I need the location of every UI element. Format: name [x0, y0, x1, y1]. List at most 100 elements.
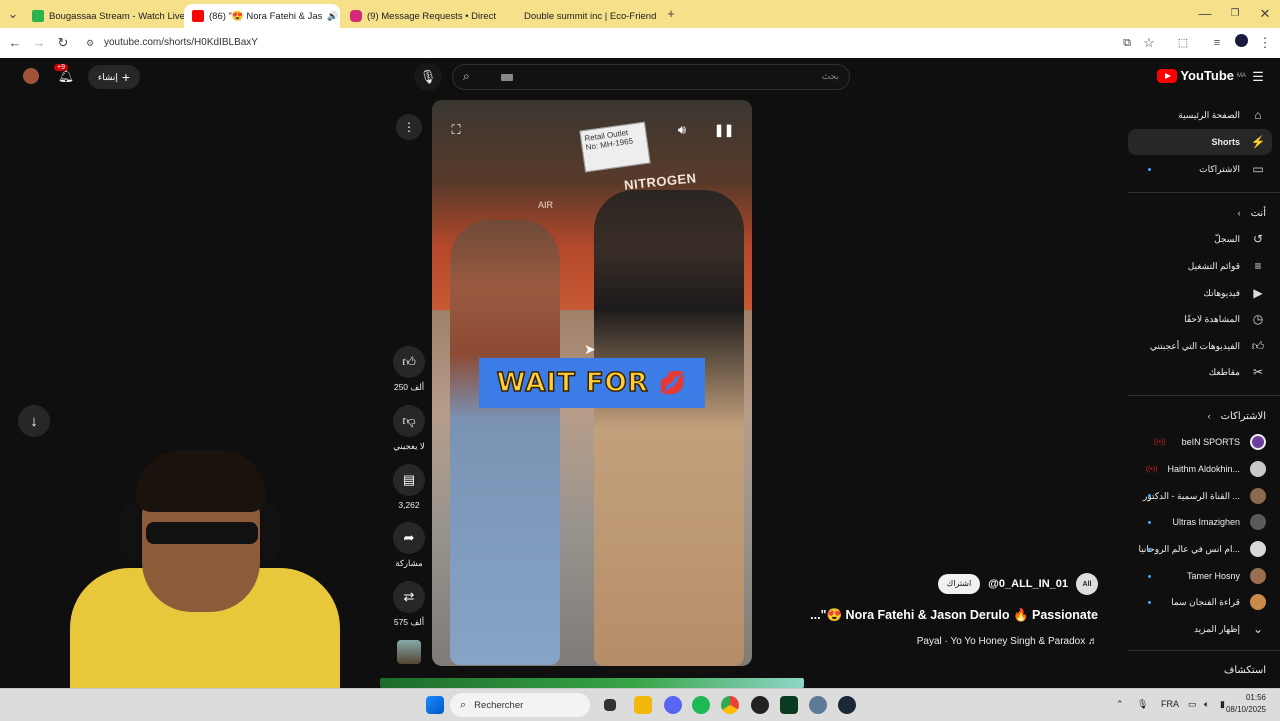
video-title[interactable]: ..."😍 Nora Fatehi & Jason Derulo 🔥 Passi… — [810, 608, 1098, 623]
hamburger-menu-icon[interactable]: ☰ — [1244, 63, 1272, 91]
obs-icon[interactable] — [751, 696, 769, 714]
spotify-icon[interactable] — [692, 696, 710, 714]
install-app-icon[interactable]: ⧉ — [1118, 34, 1136, 52]
share-arrow-icon: ➦ — [393, 522, 425, 554]
sidebar-item-history[interactable]: السجلّ ↺ — [1130, 226, 1266, 252]
instagram-favicon-icon — [350, 10, 362, 22]
keyboard-icon[interactable] — [501, 74, 513, 81]
maximize-icon[interactable]: ❐ — [1226, 5, 1244, 23]
browser-tab-3[interactable]: (9) Message Requests • Direct ✕ — [342, 4, 502, 28]
divider — [1128, 192, 1280, 193]
like-button[interactable]: 👍︎ 250 ألف — [392, 346, 426, 393]
create-label: إنشاء — [97, 71, 118, 82]
remix-button[interactable]: ⇄ 575 ألف — [392, 581, 426, 628]
file-explorer-icon[interactable] — [634, 696, 652, 714]
channel-handle[interactable]: @0_ALL_IN_01 — [988, 578, 1068, 590]
url-field[interactable]: ⚙ youtube.com/shorts/H0KdIBLBaxY — [80, 32, 1160, 54]
sidebar-item-home[interactable]: الصفحة الرئيسية ⌂ — [1130, 102, 1266, 128]
channel-info: اشتراك @0_ALL_IN_01 All — [937, 573, 1098, 595]
new-tab-plus-icon[interactable]: + — [662, 5, 680, 23]
browser-tab-1[interactable]: Bougassaa Stream - Watch Live ✕ — [24, 4, 184, 28]
sidebar-item-playlists[interactable]: قوائم التشغيل ≡ — [1130, 253, 1266, 279]
bookmark-star-icon[interactable]: ☆ — [1140, 34, 1158, 52]
tab-search-chevron-icon[interactable]: ⌄ — [4, 5, 22, 23]
history-icon: ↺ — [1252, 232, 1264, 246]
dislike-button[interactable]: 👎︎ لا يعجبني — [392, 405, 426, 452]
more-options-icon[interactable]: ⋮ — [396, 114, 422, 140]
settings-gear-icon[interactable] — [809, 696, 827, 714]
close-icon[interactable]: ✕ — [501, 10, 502, 23]
channel-avatar[interactable]: All — [1076, 573, 1098, 595]
site-info-icon[interactable]: ⚙ — [86, 32, 94, 54]
sidebar-item-your-videos[interactable]: فيديوهاتك ▶ — [1130, 280, 1266, 306]
network-icon[interactable]: ▭ — [1188, 699, 1197, 710]
browser-menu-icon[interactable]: ⋮ — [1256, 34, 1274, 52]
battery-icon[interactable]: ▮ — [1220, 699, 1225, 710]
sidebar-section-subscriptions[interactable]: ‹ الاشتراكات — [1130, 403, 1266, 429]
sidebar-show-more[interactable]: إظهار المزيد ⌄ — [1130, 616, 1266, 642]
keyboard-language[interactable]: FRA — [1161, 699, 1179, 709]
taskbar-search-placeholder: Rechercher — [474, 699, 524, 711]
playlists-icon: ≡ — [1254, 259, 1262, 273]
sidebar-item-label: القناة الرسمية - الدكتور ... — [1143, 490, 1240, 501]
windows-start-icon[interactable] — [426, 696, 444, 714]
extensions-icon[interactable]: ⬚ — [1174, 34, 1192, 52]
discord-icon[interactable] — [664, 696, 682, 714]
create-button[interactable]: إنشاء + — [88, 65, 140, 89]
sound-thumbnail[interactable] — [392, 640, 426, 664]
steam-icon[interactable] — [838, 696, 856, 714]
sidebar-section-explore[interactable]: استكشاف — [1130, 657, 1266, 683]
shorts-video-player[interactable]: Retail Outlet No: MH-1965 NITROGEN AIR W… — [432, 100, 752, 666]
sidebar-sub-haithm[interactable]: ((•)) Haithm Aldokhin... — [1130, 456, 1266, 482]
sidebar-item-label: الفيديوهات التي أعجبتني — [1149, 340, 1240, 351]
sidebar-item-watch-later[interactable]: المشاهدة لاحقًا ◷ — [1130, 306, 1266, 332]
sidebar-item-label: beIN SPORTS — [1181, 437, 1240, 447]
comment-count: 3,262 — [398, 500, 420, 510]
pause-icon[interactable]: ❚❚ — [712, 118, 736, 142]
url-text: youtube.com/shorts/H0KdIBLBaxY — [104, 37, 258, 48]
sidebar-item-label: السجلّ — [1214, 233, 1240, 244]
microphone-icon[interactable]: 🎙︎ — [1137, 699, 1148, 710]
search-placeholder: بحث — [821, 71, 839, 81]
task-view-icon[interactable] — [604, 699, 616, 711]
subscribe-button[interactable]: اشتراك — [937, 574, 981, 594]
sidebar-sub-bein-sports[interactable]: ((•)) beIN SPORTS — [1130, 429, 1266, 455]
sidebar-item-label: Shorts — [1211, 137, 1240, 147]
sidebar-item-liked[interactable]: الفيديوهات التي أعجبتني 👍︎ — [1130, 333, 1266, 359]
sidebar-item-shorts[interactable]: Shorts ⚡ — [1128, 129, 1272, 155]
browser-tab-4[interactable]: Double summit inc | Eco-Friend ✕ — [504, 4, 660, 28]
video-music-link[interactable]: Payal · Yo Yo Honey Singh & Paradox ♬ — [917, 636, 1098, 647]
terminal-app-icon[interactable] — [780, 696, 798, 714]
tray-overflow-chevron-icon[interactable]: ⌃ — [1116, 699, 1124, 710]
next-short-down-arrow-icon[interactable]: ↓ — [18, 405, 50, 437]
section-header: استكشاف — [1223, 664, 1266, 676]
browser-tab-2[interactable]: (86) "😍 Nora Fatehi & Jas 🔊 ✕ — [184, 4, 340, 28]
chrome-icon[interactable] — [721, 696, 739, 714]
speaker-icon[interactable]: 🔊 — [327, 11, 338, 22]
sidebar-item-label: الصفحة الرئيسية — [1178, 109, 1240, 120]
media-control-icon[interactable]: ≡ — [1208, 34, 1226, 52]
sidebar-section-you[interactable]: ‹ أنت — [1130, 200, 1266, 226]
fullscreen-icon[interactable]: ⛶ — [444, 118, 468, 142]
share-button[interactable]: ➦ مشاركة — [392, 522, 426, 569]
notifications-bell-icon[interactable]: 🔔︎ +9 — [52, 62, 80, 90]
clock[interactable]: 01:56 08/10/2025 — [1226, 692, 1266, 716]
minimize-icon[interactable]: — — [1196, 5, 1214, 23]
youtube-logo[interactable]: YouTube MA — [1157, 68, 1246, 83]
search-input[interactable]: ⌕ بحث — [452, 64, 850, 90]
taskbar-search[interactable]: ⌕ Rechercher — [450, 693, 590, 717]
reload-icon[interactable]: ↻ — [54, 34, 72, 52]
comments-button[interactable]: ▤ 3,262 — [392, 464, 426, 510]
window-close-icon[interactable]: ✕ — [1256, 5, 1274, 23]
back-icon[interactable]: ← — [6, 34, 24, 52]
volume-icon[interactable]: 🔈︎ — [1204, 699, 1209, 710]
account-avatar[interactable] — [17, 62, 45, 90]
voice-search-mic-icon[interactable]: 🎙︎ — [414, 63, 442, 91]
forward-icon[interactable]: → — [30, 34, 48, 52]
divider — [1128, 395, 1280, 396]
webcam-hair — [136, 450, 266, 512]
profile-avatar-icon[interactable] — [1232, 34, 1250, 52]
sidebar-item-clips[interactable]: مقاطعك ✂ — [1130, 359, 1266, 385]
volume-icon[interactable]: 🔊︎ — [670, 118, 694, 142]
tab-label: (9) Message Requests • Direct — [367, 10, 496, 22]
